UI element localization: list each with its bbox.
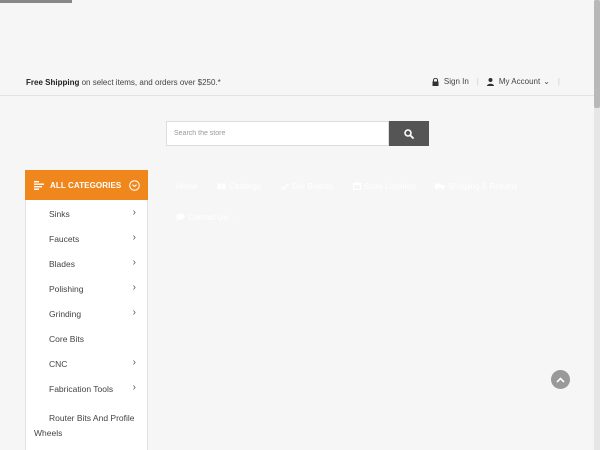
main-navigation: Home Catalogs Our Brands Store Location: [176, 179, 576, 224]
category-item-cnc[interactable]: CNC ›: [25, 352, 148, 377]
shipping-notice: Free Shipping on select items, and order…: [26, 78, 221, 87]
scrollbar-thumb[interactable]: [594, 0, 600, 108]
chevron-right-icon: ›: [132, 382, 136, 393]
sign-in-label: Sign In: [443, 77, 469, 86]
chevron-circle-down-icon: [129, 180, 140, 191]
nav-home[interactable]: Home: [176, 182, 197, 191]
back-to-top-button[interactable]: [551, 370, 570, 389]
top-progress-strip: [0, 0, 72, 3]
nav-label: Our Brands: [291, 181, 333, 191]
top-bar: Free Shipping on select items, and order…: [0, 76, 594, 96]
nav-our-brands[interactable]: Our Brands: [280, 181, 333, 191]
category-label-line1: Router Bits And Profile: [49, 413, 135, 423]
nav-row: Contact Us ⌄: [176, 210, 576, 224]
book-icon: [217, 183, 226, 189]
category-label: Grinding: [49, 309, 82, 319]
category-label-line2: Wheels: [34, 428, 63, 438]
search-icon: [404, 128, 414, 139]
search-button[interactable]: [389, 121, 429, 146]
chevron-right-icon: ›: [132, 232, 136, 243]
nav-store-location[interactable]: Store Location: [352, 181, 416, 191]
chevron-right-icon: ›: [132, 357, 136, 368]
category-label: CNC: [49, 359, 68, 369]
category-item-fabrication-tools[interactable]: Fabrication Tools ›: [25, 377, 148, 402]
chevron-right-icon: ›: [132, 257, 136, 268]
category-item-core-bits[interactable]: Core Bits: [25, 327, 148, 352]
all-categories-label: ALL CATEGORIES: [50, 180, 122, 190]
chevron-right-icon: ›: [132, 307, 136, 318]
nav-shipping-returns[interactable]: Shipping & Returns: [435, 182, 517, 191]
category-item-polishing[interactable]: Polishing ›: [25, 277, 148, 302]
my-account-link[interactable]: My Account ⌄: [486, 77, 550, 86]
lock-icon: [432, 77, 439, 86]
shipping-notice-bold: Free Shipping: [26, 78, 80, 87]
nav-row: Home Catalogs Our Brands Store Location: [176, 179, 576, 193]
chevron-up-icon: [556, 376, 565, 383]
check-icon: [280, 182, 289, 190]
chevron-right-icon: ›: [132, 207, 136, 218]
nav-label: Store Location: [363, 181, 416, 191]
account-links: Sign In | My Account ⌄ |: [432, 77, 568, 86]
category-item-sinks[interactable]: Sinks ›: [25, 202, 148, 227]
nav-contact-us[interactable]: Contact Us ⌄: [176, 213, 237, 222]
menu-lines-icon: [34, 180, 44, 190]
category-item-grinding[interactable]: Grinding ›: [25, 302, 148, 327]
category-item-router-bits[interactable]: Router Bits And Profile Wheels: [25, 402, 148, 446]
nav-label: Shipping & Returns: [448, 181, 518, 191]
nav-label: Home: [176, 181, 198, 191]
chat-icon: [176, 213, 185, 221]
category-item-blades[interactable]: Blades ›: [25, 252, 148, 277]
nav-label: Catalogs: [229, 181, 261, 191]
calendar-icon: [352, 182, 361, 190]
sign-in-link[interactable]: Sign In: [432, 77, 469, 86]
category-label: Blades: [49, 259, 75, 269]
divider: |: [557, 77, 560, 86]
chevron-right-icon: ›: [132, 282, 136, 293]
all-categories-toggle[interactable]: ALL CATEGORIES: [25, 170, 148, 200]
truck-icon: [435, 183, 446, 190]
nav-catalogs[interactable]: Catalogs: [217, 182, 261, 191]
nav-label: Contact Us: [188, 212, 228, 222]
chevron-down-icon: ⌄: [231, 214, 237, 221]
category-item-faucets[interactable]: Faucets ›: [25, 227, 148, 252]
category-label: Core Bits: [49, 334, 84, 344]
search-bar: [166, 121, 429, 146]
divider: |: [476, 77, 479, 86]
search-input[interactable]: [166, 121, 389, 146]
page-scrollbar[interactable]: [594, 0, 600, 450]
shipping-notice-text: on select items, and orders over $250.*: [79, 78, 221, 87]
user-icon: [486, 77, 494, 86]
my-account-label: My Account: [498, 77, 541, 86]
category-label: Fabrication Tools: [49, 384, 114, 394]
category-label: Faucets: [49, 234, 80, 244]
category-label: Polishing: [49, 284, 84, 294]
categories-list: Sinks › Faucets › Blades › Polishing › G…: [25, 202, 148, 446]
category-label: Sinks: [49, 209, 70, 219]
chevron-down-icon: ⌄: [543, 77, 550, 86]
